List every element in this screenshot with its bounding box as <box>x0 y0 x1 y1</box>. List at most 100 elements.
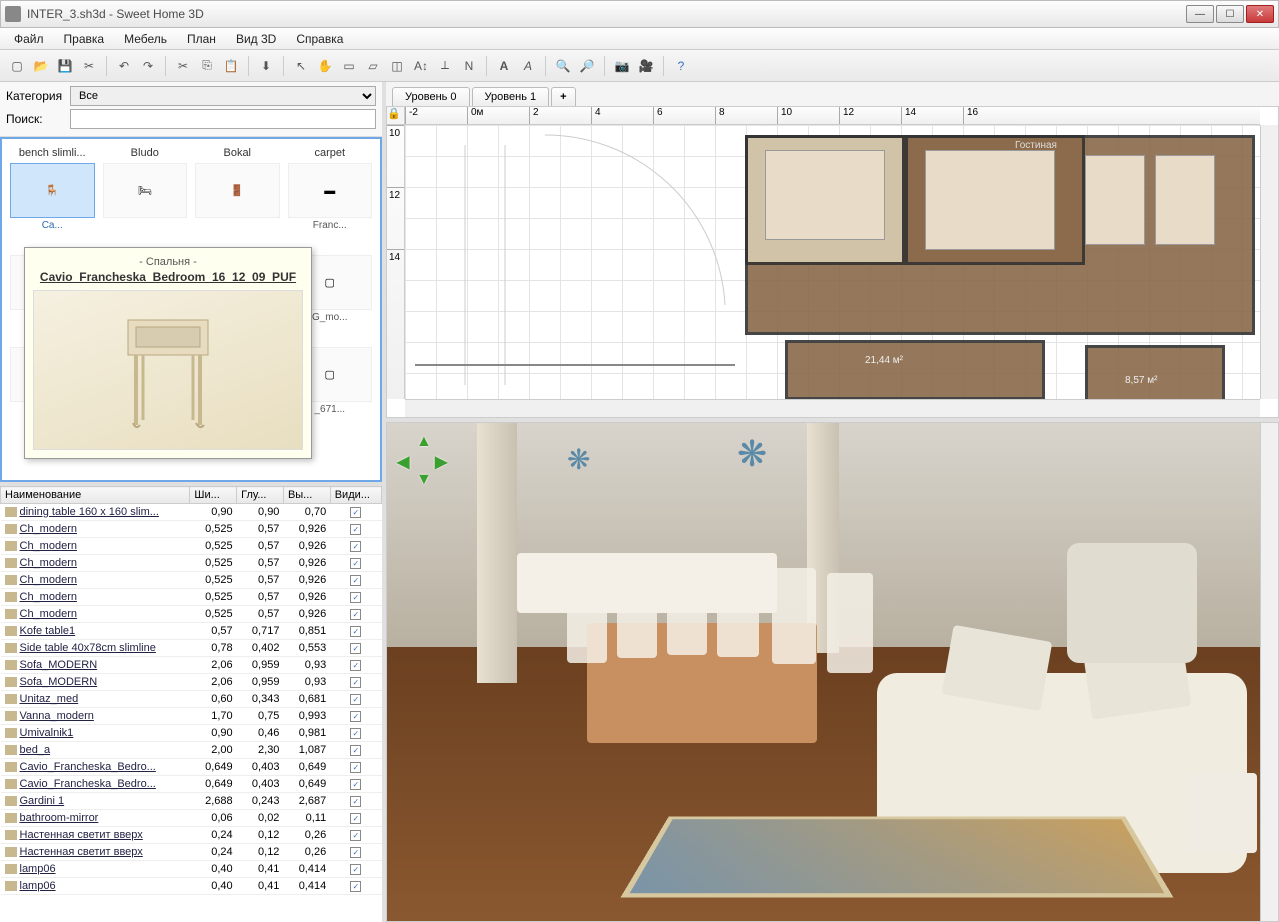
undo-icon[interactable]: ↶ <box>113 55 135 77</box>
menu-plan[interactable]: План <box>179 30 224 48</box>
visibility-checkbox[interactable]: ✓ <box>350 677 361 688</box>
col-name[interactable]: Наименование <box>1 487 190 504</box>
redo-icon[interactable]: ↷ <box>137 55 159 77</box>
table-row[interactable]: Настенная светит вверх 0,240,120,26 ✓ <box>1 827 382 844</box>
minimize-button[interactable]: — <box>1186 5 1214 23</box>
visibility-checkbox[interactable]: ✓ <box>350 541 361 552</box>
visibility-checkbox[interactable]: ✓ <box>350 626 361 637</box>
menu-furniture[interactable]: Мебель <box>116 30 175 48</box>
visibility-checkbox[interactable]: ✓ <box>350 813 361 824</box>
visibility-checkbox[interactable]: ✓ <box>350 762 361 773</box>
text-icon[interactable]: ⟂ <box>434 55 456 77</box>
visibility-checkbox[interactable]: ✓ <box>350 643 361 654</box>
pan-icon[interactable]: ✋ <box>314 55 336 77</box>
col-height[interactable]: Вы... <box>283 487 330 504</box>
col-width[interactable]: Ши... <box>190 487 237 504</box>
close-button[interactable]: ✕ <box>1246 5 1274 23</box>
visibility-checkbox[interactable]: ✓ <box>350 660 361 671</box>
table-row[interactable]: Vanna_modern 1,700,750,993 ✓ <box>1 708 382 725</box>
italic-icon[interactable]: A <box>517 55 539 77</box>
table-row[interactable]: Kofe table1 0,570,7170,851 ✓ <box>1 623 382 640</box>
view3d-scrollbar-v[interactable] <box>1260 423 1278 921</box>
compass-icon[interactable]: N <box>458 55 480 77</box>
table-row[interactable]: bed_a 2,002,301,087 ✓ <box>1 742 382 759</box>
visibility-checkbox[interactable]: ✓ <box>350 609 361 620</box>
visibility-checkbox[interactable]: ✓ <box>350 745 361 756</box>
polyline-icon[interactable]: ◫ <box>386 55 408 77</box>
visibility-checkbox[interactable]: ✓ <box>350 847 361 858</box>
menu-3dview[interactable]: Вид 3D <box>228 30 284 48</box>
dimension-icon[interactable]: A↕ <box>410 55 432 77</box>
zoom-out-icon[interactable]: 🔎 <box>576 55 598 77</box>
table-row[interactable]: Gardini 1 2,6880,2432,687 ✓ <box>1 793 382 810</box>
tab-level-0[interactable]: Уровень 0 <box>392 87 470 106</box>
nav-right-icon[interactable]: ▶ <box>435 452 453 470</box>
catalog-item[interactable]: carpet▬Franc... <box>286 145 375 233</box>
table-row[interactable]: Ch_modern 0,5250,570,926 ✓ <box>1 606 382 623</box>
visibility-checkbox[interactable]: ✓ <box>350 728 361 739</box>
catalog-item[interactable]: Bokal🚪 <box>193 145 282 233</box>
table-row[interactable]: Side table 40x78cm slimline 0,780,4020,5… <box>1 640 382 657</box>
tab-add-level[interactable]: + <box>551 87 575 106</box>
photo-icon[interactable]: 📷 <box>611 55 633 77</box>
visibility-checkbox[interactable]: ✓ <box>350 507 361 518</box>
visibility-checkbox[interactable]: ✓ <box>350 694 361 705</box>
maximize-button[interactable]: ☐ <box>1216 5 1244 23</box>
plan-scrollbar-v[interactable] <box>1260 125 1278 399</box>
visibility-checkbox[interactable]: ✓ <box>350 524 361 535</box>
catalog-item[interactable]: bench slimli...🪑Ca... <box>8 145 97 233</box>
save-icon[interactable]: 💾 <box>54 55 76 77</box>
table-row[interactable]: Sofa_MODERN 2,060,9590,93 ✓ <box>1 674 382 691</box>
cut-icon[interactable]: ✂ <box>172 55 194 77</box>
table-row[interactable]: Настенная светит вверх 0,240,120,26 ✓ <box>1 844 382 861</box>
table-row[interactable]: Umivalnik1 0,900,460,981 ✓ <box>1 725 382 742</box>
help-icon[interactable]: ? <box>670 55 692 77</box>
table-row[interactable]: dining table 160 x 160 slim... 0,900,900… <box>1 504 382 521</box>
visibility-checkbox[interactable]: ✓ <box>350 575 361 586</box>
add-furniture-icon[interactable]: ⬇ <box>255 55 277 77</box>
zoom-in-icon[interactable]: 🔍 <box>552 55 574 77</box>
search-input[interactable] <box>70 109 376 129</box>
visibility-checkbox[interactable]: ✓ <box>350 881 361 892</box>
table-row[interactable]: Unitaz_med 0,600,3430,681 ✓ <box>1 691 382 708</box>
table-row[interactable]: Ch_modern 0,5250,570,926 ✓ <box>1 538 382 555</box>
table-row[interactable]: lamp06 0,400,410,414 ✓ <box>1 861 382 878</box>
plan-scrollbar-h[interactable] <box>405 399 1260 417</box>
table-row[interactable]: Cavio_Francheska_Bedro... 0,6490,4030,64… <box>1 776 382 793</box>
nav-up-icon[interactable]: ▲ <box>416 433 434 451</box>
visibility-checkbox[interactable]: ✓ <box>350 864 361 875</box>
col-depth[interactable]: Глу... <box>237 487 284 504</box>
visibility-checkbox[interactable]: ✓ <box>350 779 361 790</box>
menu-edit[interactable]: Правка <box>56 30 113 48</box>
table-row[interactable]: bathroom-mirror 0,060,020,11 ✓ <box>1 810 382 827</box>
table-row[interactable]: Ch_modern 0,5250,570,926 ✓ <box>1 555 382 572</box>
view-3d[interactable]: ▲ ▼ ◀ ▶ ❋ ❋ <box>386 422 1279 922</box>
visibility-checkbox[interactable]: ✓ <box>350 830 361 841</box>
category-select[interactable]: Все <box>70 86 376 106</box>
visibility-checkbox[interactable]: ✓ <box>350 558 361 569</box>
plan-canvas[interactable]: Гостиная 42,04 м² 21,44 м² 8,57 м² 14,87… <box>405 125 1260 399</box>
select-icon[interactable]: ↖ <box>290 55 312 77</box>
catalog-panel[interactable]: bench slimli...🪑Ca... Bludo🛏 Bokal🚪 carp… <box>0 137 382 482</box>
bold-icon[interactable]: A <box>493 55 515 77</box>
room-icon[interactable]: ▱ <box>362 55 384 77</box>
table-row[interactable]: Ch_modern 0,5250,570,926 ✓ <box>1 521 382 538</box>
visibility-checkbox[interactable]: ✓ <box>350 711 361 722</box>
catalog-item[interactable]: Bludo🛏 <box>101 145 190 233</box>
table-row[interactable]: Ch_modern 0,5250,570,926 ✓ <box>1 589 382 606</box>
wall-icon[interactable]: ▭ <box>338 55 360 77</box>
copy-icon[interactable]: ⎘ <box>196 55 218 77</box>
menu-file[interactable]: Файл <box>6 30 52 48</box>
open-icon[interactable]: 📂 <box>30 55 52 77</box>
tab-level-1[interactable]: Уровень 1 <box>472 87 550 106</box>
table-row[interactable]: Ch_modern 0,5250,570,926 ✓ <box>1 572 382 589</box>
video-icon[interactable]: 🎥 <box>635 55 657 77</box>
nav-down-icon[interactable]: ▼ <box>416 471 434 489</box>
menu-help[interactable]: Справка <box>288 30 351 48</box>
table-row[interactable]: lamp06 0,400,410,414 ✓ <box>1 878 382 895</box>
table-row[interactable]: Sofa_MODERN 2,060,9590,93 ✓ <box>1 657 382 674</box>
nav-left-icon[interactable]: ◀ <box>397 452 415 470</box>
col-visible[interactable]: Види... <box>330 487 381 504</box>
visibility-checkbox[interactable]: ✓ <box>350 796 361 807</box>
new-icon[interactable]: ▢ <box>6 55 28 77</box>
